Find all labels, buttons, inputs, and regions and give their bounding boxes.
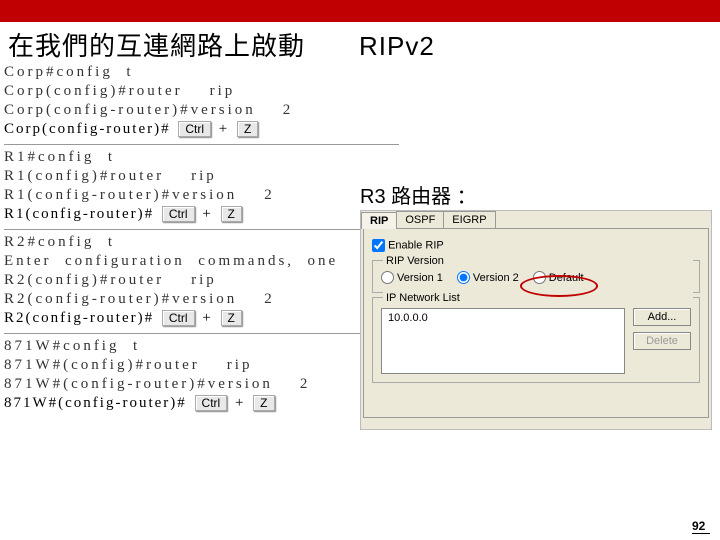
cli-line: Corp#config t bbox=[4, 64, 404, 81]
delete-button[interactable]: Delete bbox=[633, 332, 691, 350]
divider bbox=[4, 144, 399, 145]
radio-version2[interactable]: Version 2 bbox=[457, 271, 519, 284]
enable-rip-row: Enable RIP bbox=[372, 239, 700, 252]
enable-rip-checkbox[interactable] bbox=[372, 239, 385, 252]
plus-text: + bbox=[202, 206, 212, 222]
rip-version-legend: RIP Version bbox=[383, 255, 693, 267]
ctrl-key-icon: Ctrl bbox=[162, 310, 195, 326]
rip-config-panel: RIP OSPF EIGRP Enable RIP RIP Version Ve… bbox=[360, 210, 712, 430]
z-key-icon: Z bbox=[253, 395, 274, 411]
ip-network-legend: IP Network List bbox=[383, 292, 693, 304]
header-bar bbox=[0, 0, 720, 22]
cli-line: Enter configuration commands, one bbox=[4, 253, 404, 270]
cli-area: Corp#config t Corp(config)#router rip Co… bbox=[4, 62, 404, 418]
cli-line: R2(config-router)#version 2 bbox=[4, 291, 404, 308]
radio-version1-input[interactable] bbox=[381, 271, 394, 284]
divider bbox=[4, 333, 399, 334]
plus-text: + bbox=[202, 310, 212, 326]
page-number: 92 bbox=[692, 519, 710, 534]
cli-line: R1(config)#router rip bbox=[4, 168, 404, 185]
cli-line: R2#config t bbox=[4, 234, 404, 251]
radio-default-label: Default bbox=[549, 272, 584, 284]
tab-eigrp[interactable]: EIGRP bbox=[443, 211, 495, 228]
radio-version2-label: Version 2 bbox=[473, 272, 519, 284]
enable-rip-label: Enable RIP bbox=[388, 239, 444, 251]
add-button[interactable]: Add... bbox=[633, 308, 691, 326]
r3-router-label: R3 路由器 ： bbox=[360, 180, 477, 209]
cli-prompt: Corp(config-router)# bbox=[4, 121, 171, 137]
cli-key-line: R1(config-router)# Ctrl + Z bbox=[4, 206, 404, 223]
cli-key-line: R2(config-router)# Ctrl + Z bbox=[4, 310, 404, 327]
ctrl-key-icon: Ctrl bbox=[195, 395, 228, 411]
tab-rip[interactable]: RIP bbox=[361, 212, 397, 229]
tab-bar: RIP OSPF EIGRP bbox=[361, 211, 711, 228]
cli-line: R1#config t bbox=[4, 149, 404, 166]
cli-prompt: 871W#(config-router)# bbox=[4, 395, 187, 411]
tab-body: Enable RIP RIP Version Version 1 Version… bbox=[363, 228, 709, 418]
z-key-icon: Z bbox=[221, 206, 242, 222]
radio-default[interactable]: Default bbox=[533, 271, 584, 284]
cli-line: 871W#(config)#router rip bbox=[4, 357, 404, 374]
divider bbox=[4, 229, 399, 230]
ctrl-key-icon: Ctrl bbox=[178, 121, 211, 137]
z-key-icon: Z bbox=[221, 310, 242, 326]
radio-default-input[interactable] bbox=[533, 271, 546, 284]
cli-prompt: R2(config-router)# bbox=[4, 310, 154, 326]
ip-network-fieldset: IP Network List 10.0.0.0 Add... Delete bbox=[372, 297, 700, 383]
radio-version2-input[interactable] bbox=[457, 271, 470, 284]
tab-ospf[interactable]: OSPF bbox=[396, 211, 444, 228]
z-key-icon: Z bbox=[237, 121, 258, 137]
cli-key-line: Corp(config-router)# Ctrl + Z bbox=[4, 121, 404, 138]
cli-key-line: 871W#(config-router)# Ctrl + Z bbox=[4, 395, 404, 412]
radio-version1[interactable]: Version 1 bbox=[381, 271, 443, 284]
ctrl-key-icon: Ctrl bbox=[162, 206, 195, 222]
cli-line: Corp(config)#router rip bbox=[4, 83, 404, 100]
cli-line: R1(config-router)#version 2 bbox=[4, 187, 404, 204]
ip-network-entry[interactable]: 10.0.0.0 bbox=[388, 312, 618, 324]
cli-line: 871W#(config-router)#version 2 bbox=[4, 376, 404, 393]
plus-text: + bbox=[235, 395, 245, 411]
plus-text: + bbox=[219, 121, 229, 137]
cli-line: R2(config)#router rip bbox=[4, 272, 404, 289]
ip-network-listbox[interactable]: 10.0.0.0 bbox=[381, 308, 625, 374]
cli-line: 871W#config t bbox=[4, 338, 404, 355]
radio-version1-label: Version 1 bbox=[397, 272, 443, 284]
cli-line: Corp(config-router)#version 2 bbox=[4, 102, 404, 119]
rip-version-fieldset: RIP Version Version 1 Version 2 Default bbox=[372, 260, 700, 293]
cli-prompt: R1(config-router)# bbox=[4, 206, 154, 222]
